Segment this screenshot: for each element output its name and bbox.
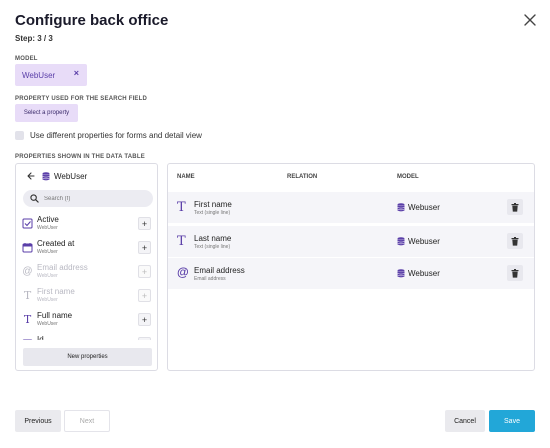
add-property-button[interactable]: +: [138, 241, 151, 254]
remove-model-icon[interactable]: ×: [74, 68, 79, 78]
property-name: Full name: [37, 311, 73, 320]
data-table-panel: NAME RELATION MODEL T First name Text (s…: [167, 163, 535, 371]
property-model: WebUser: [37, 249, 58, 255]
row-type: Email address: [194, 276, 226, 282]
properties-section-label: PROPERTIES SHOWN IN THE DATA TABLE: [15, 154, 145, 160]
property-item-first-name: T First name WebUser +: [16, 284, 157, 308]
model-chip-label: WebUser: [22, 70, 56, 80]
property-name: Email address: [37, 263, 88, 272]
trash-icon: [511, 268, 519, 278]
picker-header: WebUser: [26, 171, 87, 181]
property-model: WebUser: [37, 297, 58, 303]
text-icon: T: [23, 289, 32, 302]
database-icon: [42, 171, 50, 180]
different-properties-option[interactable]: Use different properties for forms and d…: [15, 131, 202, 140]
property-name: Active: [37, 215, 59, 224]
column-header-relation: RELATION: [287, 174, 318, 180]
row-type: Text (single line): [194, 210, 231, 216]
database-icon: [397, 203, 405, 212]
property-model: WebUser: [37, 273, 58, 279]
id-icon: [22, 339, 33, 340]
delete-row-button[interactable]: [507, 199, 523, 215]
search-icon: [30, 194, 39, 203]
step-indicator: Step: 3 / 3: [15, 34, 53, 43]
property-search-input[interactable]: [44, 195, 144, 202]
calendar-icon: [22, 243, 33, 253]
column-header-model: MODEL: [397, 174, 419, 180]
property-item-created-at[interactable]: Created at WebUser +: [16, 236, 157, 260]
at-icon: @: [22, 266, 33, 277]
back-arrow-icon[interactable]: [26, 171, 36, 181]
model-chip[interactable]: WebUser ×: [15, 64, 87, 86]
save-button[interactable]: Save: [489, 410, 535, 432]
property-model: WebUser: [37, 321, 58, 327]
delete-row-button[interactable]: [507, 265, 523, 281]
picker-model-name: WebUser: [54, 171, 88, 181]
at-icon: @: [177, 265, 189, 279]
table-row[interactable]: T Last name Text (single line) Webuser: [168, 226, 534, 257]
add-property-button: +: [138, 289, 151, 302]
property-item-active[interactable]: Active WebUser +: [16, 212, 157, 236]
trash-icon: [511, 236, 519, 246]
property-name: First name: [37, 287, 75, 296]
row-name: Last name: [194, 234, 232, 243]
trash-icon: [511, 202, 519, 212]
property-name: Id: [37, 335, 44, 340]
new-properties-button[interactable]: New properties: [23, 348, 152, 366]
next-button: Next: [64, 410, 110, 432]
checkbox-icon: [22, 218, 33, 229]
delete-row-button[interactable]: [507, 233, 523, 249]
add-property-button: +: [138, 265, 151, 278]
property-item-full-name[interactable]: T Full name WebUser +: [16, 308, 157, 332]
property-name: Created at: [37, 239, 75, 248]
model-label: MODEL: [15, 56, 38, 62]
add-property-button[interactable]: +: [138, 217, 151, 230]
row-model: Webuser: [408, 269, 440, 278]
different-properties-label: Use different properties for forms and d…: [30, 131, 202, 140]
property-list: Active WebUser + Created at WebUser + @ …: [16, 212, 157, 340]
property-item-id[interactable]: Id +: [16, 332, 157, 340]
text-icon: T: [177, 234, 186, 249]
table-row[interactable]: T First name Text (single line) Webuser: [168, 192, 534, 223]
row-type: Text (single line): [194, 244, 231, 250]
previous-button[interactable]: Previous: [15, 410, 61, 432]
add-property-button[interactable]: +: [138, 313, 151, 326]
text-icon: T: [177, 200, 186, 215]
row-name: First name: [194, 200, 232, 209]
property-search-box[interactable]: [23, 190, 153, 207]
property-model: WebUser: [37, 225, 58, 231]
database-icon: [397, 269, 405, 278]
database-icon: [397, 237, 405, 246]
different-properties-checkbox[interactable]: [15, 131, 24, 140]
table-row[interactable]: @ Email address Email address Webuser: [168, 258, 534, 289]
add-property-button[interactable]: +: [138, 337, 151, 340]
search-property-label: PROPERTY USED FOR THE SEARCH FIELD: [15, 96, 148, 102]
text-icon: T: [23, 313, 32, 326]
property-item-email-address: @ Email address WebUser +: [16, 260, 157, 284]
row-name: Email address: [194, 266, 245, 275]
close-icon[interactable]: [521, 11, 539, 29]
column-header-name: NAME: [177, 174, 195, 180]
dialog-title: Configure back office: [15, 12, 169, 29]
row-model: Webuser: [408, 203, 440, 212]
select-property-button[interactable]: Select a property: [15, 104, 78, 122]
row-model: Webuser: [408, 237, 440, 246]
properties-picker-panel: WebUser Active WebUser + Created at WebU: [15, 163, 158, 371]
cancel-button[interactable]: Cancel: [445, 410, 485, 432]
